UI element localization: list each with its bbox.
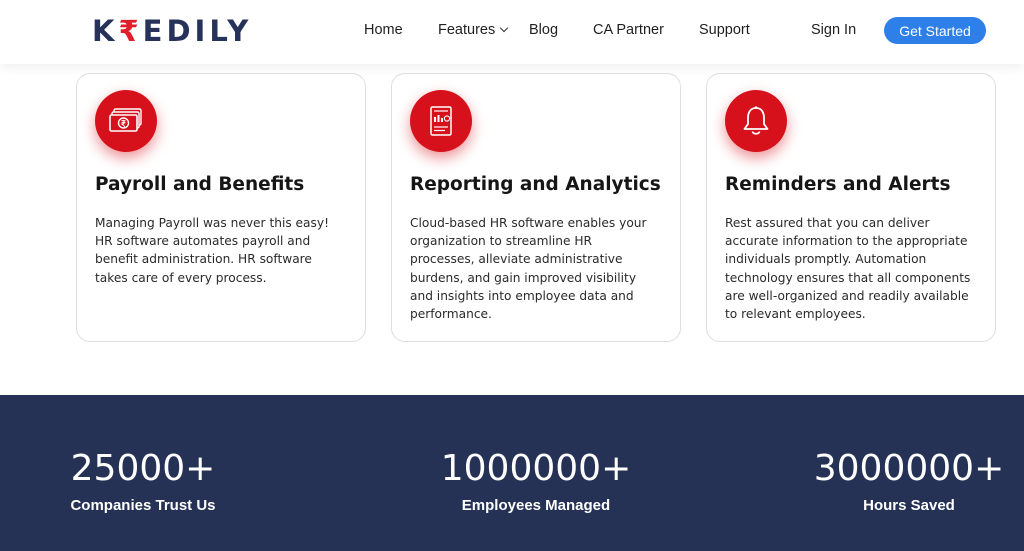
stats-band: 25000+ Companies Trust Us 1000000+ Emplo… <box>0 395 1024 551</box>
stat-label: Companies Trust Us <box>70 497 216 514</box>
card-title: Reporting and Analytics <box>410 174 661 195</box>
get-started-button[interactable]: Get Started <box>884 17 986 44</box>
nav-home[interactable]: Home <box>364 20 403 40</box>
stat-hours: 3000000+ Hours Saved <box>789 445 1024 514</box>
card-description: Managing Payroll was never this easy! HR… <box>95 216 329 285</box>
feature-card-payroll: Payroll and Benefits Managing Payroll wa… <box>76 73 366 342</box>
stat-value: 1000000+ <box>440 448 632 489</box>
card-description: Rest assured that you can deliver accura… <box>725 216 971 322</box>
kredily-logo[interactable]: K ₹ EDILY <box>92 13 252 49</box>
nav-support[interactable]: Support <box>699 20 750 40</box>
nav-features-label: Features <box>438 22 496 38</box>
bell-icon <box>725 90 787 152</box>
feature-card-reminders: Reminders and Alerts Rest assured that y… <box>706 73 996 342</box>
report-chart-icon <box>410 90 472 152</box>
stat-value: 3000000+ <box>813 448 1005 489</box>
site-header: K ₹ EDILY Home Features Blog CA Partner Su… <box>0 0 1024 64</box>
nav-blog[interactable]: Blog <box>529 20 558 40</box>
stat-companies: 25000+ Companies Trust Us <box>43 445 243 514</box>
card-title: Reminders and Alerts <box>725 174 951 195</box>
chevron-down-icon <box>499 23 509 33</box>
nav-features[interactable]: Features <box>438 20 509 40</box>
money-icon <box>95 90 157 152</box>
stat-label: Hours Saved <box>863 497 955 514</box>
stat-employees: 1000000+ Employees Managed <box>416 445 656 514</box>
stat-label: Employees Managed <box>461 497 611 514</box>
stat-value: 25000+ <box>70 448 216 489</box>
card-description: Cloud-based HR software enables your org… <box>410 216 647 322</box>
logo-letter-k: K <box>92 14 119 48</box>
nav-ca-partner[interactable]: CA Partner <box>593 20 664 40</box>
logo-rupee-mark: ₹ <box>118 14 143 48</box>
sign-in-link[interactable]: Sign In <box>811 20 856 40</box>
feature-card-reporting: Reporting and Analytics Cloud-based HR s… <box>391 73 681 342</box>
logo-letters: EDILY <box>142 14 253 48</box>
card-title: Payroll and Benefits <box>95 174 305 195</box>
